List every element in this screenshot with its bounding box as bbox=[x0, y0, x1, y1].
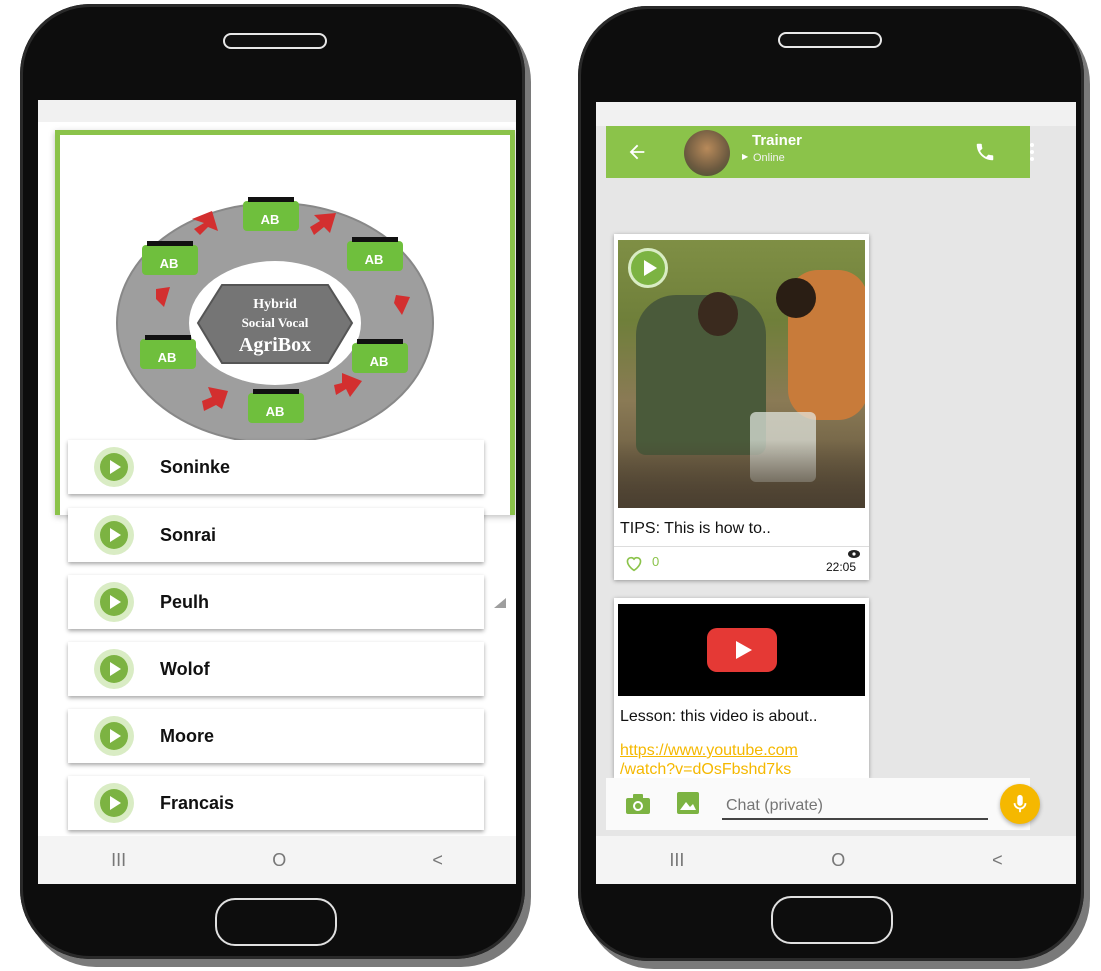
language-item-soninke[interactable]: Soninke bbox=[68, 440, 484, 494]
language-label: Sonrai bbox=[160, 524, 217, 545]
language-item-peulh[interactable]: Peulh bbox=[68, 575, 484, 629]
home-button[interactable] bbox=[215, 898, 337, 946]
right-phone: Trainer ▶ Online TIPS: This is how to.. … bbox=[578, 6, 1084, 961]
heart-icon[interactable] bbox=[624, 554, 644, 572]
camera-icon[interactable] bbox=[624, 792, 652, 816]
trainer-name: Trainer bbox=[752, 132, 803, 149]
youtube-play-icon[interactable] bbox=[706, 628, 777, 672]
play-icon bbox=[94, 582, 134, 622]
language-label: Soninke bbox=[160, 456, 231, 477]
svg-text:AB: AB bbox=[158, 350, 177, 365]
eye-icon bbox=[848, 550, 860, 558]
chat-app-bar: Trainer ▶ Online bbox=[606, 126, 1034, 178]
svg-text:AB: AB bbox=[160, 256, 179, 271]
home-button[interactable] bbox=[771, 896, 893, 944]
back-button[interactable]: < bbox=[992, 850, 1003, 871]
language-label: Wolof bbox=[160, 658, 210, 679]
ab-node-top: AB bbox=[243, 197, 299, 231]
back-arrow-icon[interactable] bbox=[626, 141, 648, 163]
like-count: 0 bbox=[652, 554, 660, 569]
play-icon bbox=[94, 649, 134, 689]
message-caption: Lesson: this video is about.. bbox=[620, 708, 818, 725]
status-bar bbox=[38, 100, 516, 122]
language-item-francais[interactable]: Francais bbox=[68, 776, 484, 830]
video-message-lesson[interactable]: Lesson: this video is about.. https://ww… bbox=[614, 598, 869, 778]
mic-icon bbox=[1013, 794, 1027, 813]
youtube-thumbnail[interactable] bbox=[618, 604, 865, 696]
play-icon bbox=[94, 716, 134, 756]
right-screen: Trainer ▶ Online TIPS: This is how to.. … bbox=[596, 102, 1076, 884]
status-bar bbox=[596, 102, 1076, 126]
language-label: Francais bbox=[160, 792, 235, 813]
youtube-link[interactable]: https://www.youtube.com bbox=[620, 742, 798, 760]
play-icon bbox=[94, 515, 134, 555]
earpiece-speaker bbox=[778, 32, 882, 48]
status-arrow-icon: ▶ bbox=[742, 152, 749, 161]
trainer-status: Online bbox=[753, 152, 785, 164]
message-time: 22:05 bbox=[826, 560, 857, 574]
home-nav-button[interactable]: O bbox=[831, 850, 845, 871]
avatar[interactable] bbox=[684, 130, 730, 176]
earpiece-speaker bbox=[223, 33, 327, 49]
ab-node-top-left: AB bbox=[142, 241, 198, 275]
ab-node-bottom-left: AB bbox=[140, 335, 196, 369]
ab-node-bottom-right: AB bbox=[352, 339, 408, 373]
recents-button[interactable]: III bbox=[111, 850, 126, 871]
svg-text:AB: AB bbox=[261, 212, 280, 227]
android-nav-bar: III O < bbox=[596, 836, 1076, 884]
phone-icon[interactable] bbox=[974, 141, 996, 163]
scroll-indicator[interactable] bbox=[494, 598, 506, 608]
diagram-line1: Hybrid bbox=[253, 297, 297, 312]
ab-node-top-right: AB bbox=[347, 237, 403, 271]
diagram-line2: Social Vocal bbox=[242, 315, 309, 330]
home-nav-button[interactable]: O bbox=[272, 850, 286, 871]
back-button[interactable]: < bbox=[432, 850, 443, 871]
left-phone: Hybrid Social Vocal AgriBox AB AB AB AB … bbox=[20, 4, 525, 959]
chat-input[interactable] bbox=[722, 794, 988, 820]
recents-button[interactable]: III bbox=[669, 850, 684, 871]
svg-text:AB: AB bbox=[365, 252, 384, 267]
svg-text:AB: AB bbox=[370, 354, 389, 369]
play-icon bbox=[94, 447, 134, 487]
diagram-line3: AgriBox bbox=[239, 334, 311, 356]
language-label: Peulh bbox=[160, 591, 210, 612]
play-icon[interactable] bbox=[628, 248, 668, 288]
mic-button[interactable] bbox=[1000, 784, 1040, 824]
image-icon[interactable] bbox=[676, 791, 700, 815]
language-item-wolof[interactable]: Wolof bbox=[68, 642, 484, 696]
more-vert-icon[interactable] bbox=[1028, 141, 1036, 163]
language-item-sonrai[interactable]: Sonrai bbox=[68, 508, 484, 562]
video-message-tips[interactable]: TIPS: This is how to.. 0 22:05 bbox=[614, 234, 869, 580]
youtube-link-cont[interactable]: /watch?v=dOsFbshd7ks bbox=[620, 761, 791, 775]
chat-input-bar bbox=[606, 778, 1040, 830]
language-label: Moore bbox=[160, 725, 214, 746]
language-item-moore[interactable]: Moore bbox=[68, 709, 484, 763]
play-icon bbox=[94, 783, 134, 823]
android-nav-bar: III O < bbox=[38, 836, 516, 884]
left-screen: Hybrid Social Vocal AgriBox AB AB AB AB … bbox=[38, 100, 516, 884]
message-caption: TIPS: This is how to.. bbox=[620, 520, 771, 537]
